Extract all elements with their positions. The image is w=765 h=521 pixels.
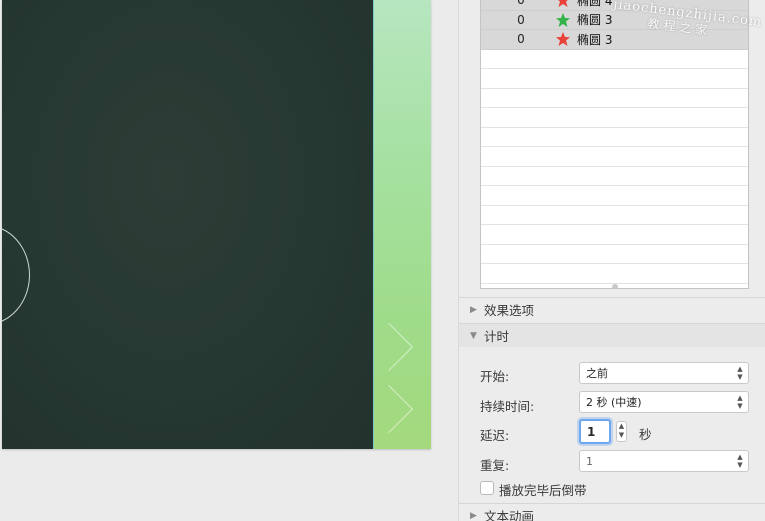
duration-value: 2 秒 (中速) xyxy=(586,396,642,409)
animation-name: 椭圆 3 xyxy=(577,32,613,47)
delay-value: 1 xyxy=(587,424,596,439)
slide-green-strip xyxy=(364,0,431,449)
section-label: 计时 xyxy=(484,329,510,344)
repeat-value: 1 xyxy=(586,454,593,468)
section-label: 文本动画 xyxy=(484,509,535,521)
delay-label: 延迟: xyxy=(480,428,510,443)
repeat-label: 重复: xyxy=(480,458,510,473)
empty-row xyxy=(481,89,748,108)
disclosure-right-icon: ▶ xyxy=(470,510,477,521)
disclosure-down-icon: ▼ xyxy=(470,330,477,341)
chevron-decoration-icon xyxy=(364,322,414,372)
section-timing[interactable]: ▼ 计时 xyxy=(459,323,765,347)
animation-order: 0 xyxy=(517,0,525,8)
section-label: 效果选项 xyxy=(484,303,535,318)
slide-workspace xyxy=(0,0,458,521)
empty-row xyxy=(481,264,748,284)
green-star-icon xyxy=(556,12,570,27)
animation-list[interactable]: 0 椭圆 4 0 椭圆 3 0 椭圆 3 xyxy=(480,0,749,289)
animation-name: 椭圆 4 xyxy=(577,0,613,8)
red-star-icon xyxy=(556,32,570,47)
delay-input[interactable]: 1 xyxy=(579,419,611,444)
updown-arrows-icon: ▲ ▼ xyxy=(737,453,743,469)
start-label: 开始: xyxy=(480,369,510,384)
chevron-decoration-icon xyxy=(364,384,414,434)
animation-pane: 0 椭圆 4 0 椭圆 3 0 椭圆 3 ▶ 效果选项 ▼ 计时 开始: 之前 … xyxy=(458,0,765,521)
updown-arrows-icon: ▲ ▼ xyxy=(737,365,743,381)
section-text-animation[interactable]: ▶ 文本动画 xyxy=(459,503,765,521)
empty-row xyxy=(481,186,748,206)
red-star-icon xyxy=(557,0,569,8)
disclosure-right-icon: ▶ xyxy=(470,304,477,315)
duration-select[interactable]: 2 秒 (中速) ▲ ▼ xyxy=(579,391,749,413)
empty-row xyxy=(481,50,748,69)
rewind-label: 播放完毕后倒带 xyxy=(499,483,587,498)
section-effect-options[interactable]: ▶ 效果选项 xyxy=(459,297,765,321)
ellipse-shape[interactable] xyxy=(2,225,30,325)
empty-row xyxy=(481,108,748,128)
empty-row xyxy=(481,167,748,186)
delay-unit: 秒 xyxy=(639,427,652,442)
updown-arrows-icon: ▲ ▼ xyxy=(737,394,743,410)
animation-order: 0 xyxy=(517,12,525,27)
empty-row xyxy=(481,147,748,167)
animation-order: 0 xyxy=(517,32,525,47)
rewind-checkbox[interactable] xyxy=(480,481,494,495)
start-value: 之前 xyxy=(586,367,608,380)
empty-row xyxy=(481,225,748,245)
duration-label: 持续时间: xyxy=(480,399,535,414)
slide-canvas[interactable] xyxy=(2,0,431,449)
slide-dark-background xyxy=(2,0,373,449)
empty-row xyxy=(481,245,748,264)
resize-grip-icon[interactable] xyxy=(612,284,618,288)
start-select[interactable]: 之前 ▲ ▼ xyxy=(579,362,749,384)
empty-row xyxy=(481,128,748,147)
animation-name: 椭圆 3 xyxy=(577,13,613,28)
delay-stepper[interactable]: ▲ ▼ xyxy=(616,421,627,442)
empty-row xyxy=(481,69,748,89)
repeat-select[interactable]: 1 ▲ ▼ xyxy=(579,450,749,472)
empty-row xyxy=(481,206,748,225)
